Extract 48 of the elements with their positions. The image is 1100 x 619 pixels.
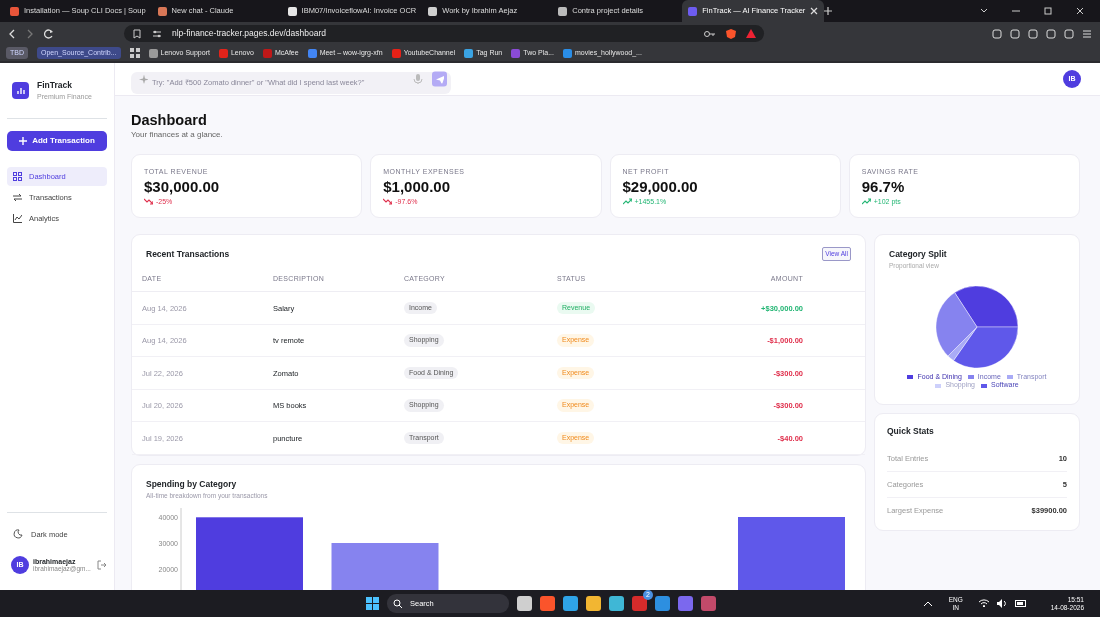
new-tab-icon[interactable] [824,7,833,15]
reload-icon[interactable] [44,28,54,39]
chevron-up-icon[interactable] [922,599,933,608]
search-icon [393,599,402,608]
section-title: Recent Transactions [146,247,230,261]
bookmark-icon[interactable] [132,28,142,39]
stat-value: $30,000.00 [144,177,221,197]
section-title: Quick Stats [887,425,935,438]
speaker-icon[interactable] [996,599,1007,608]
page-title: Dashboard [131,112,208,130]
forward-icon[interactable] [26,28,34,39]
grid-icon [13,172,22,182]
logout-icon[interactable] [97,560,107,570]
swap-arrows-icon [13,193,22,203]
battery-icon[interactable] [1014,599,1027,608]
menu-icon[interactable] [1082,28,1092,39]
send-icon [435,75,444,83]
line-chart-icon [13,214,22,224]
plus-icon [19,137,28,146]
wifi-icon[interactable] [978,599,989,608]
close-icon[interactable] [810,7,819,15]
chevron-down-icon[interactable] [980,7,988,15]
minimize-icon[interactable] [1012,7,1020,15]
start-icon[interactable] [366,597,379,610]
triangle-icon[interactable] [746,28,756,39]
address-bar[interactable]: nlp-finance-tracker.pages.dev/dashboard [124,25,764,42]
app-icon[interactable] [632,596,647,611]
logo-icon [12,82,29,100]
section-title: Category Split [889,248,948,261]
trend-down-icon [383,198,393,206]
close-icon[interactable] [1076,7,1084,15]
maximize-icon[interactable] [1044,7,1052,15]
shield-icon[interactable] [726,28,736,39]
stat-value: $29,000.00 [622,177,699,197]
brand-name: FinTrack [37,79,73,92]
add-transaction-button[interactable]: Add Transaction [7,131,107,152]
trend-up-icon [861,198,871,206]
stat-value: $1,000.00 [383,177,451,197]
trend-down-icon [144,198,153,206]
back-icon[interactable] [8,28,16,39]
page-subtitle: Your finances at a glance. [131,129,224,142]
trend-up-icon [622,198,632,206]
moon-icon [13,529,23,540]
section-title: Spending by Category [146,477,238,491]
site-settings-icon[interactable] [152,28,162,39]
apps-icon[interactable] [129,48,140,58]
key-icon[interactable] [704,28,716,39]
stat-value: 96.7% [861,177,906,197]
